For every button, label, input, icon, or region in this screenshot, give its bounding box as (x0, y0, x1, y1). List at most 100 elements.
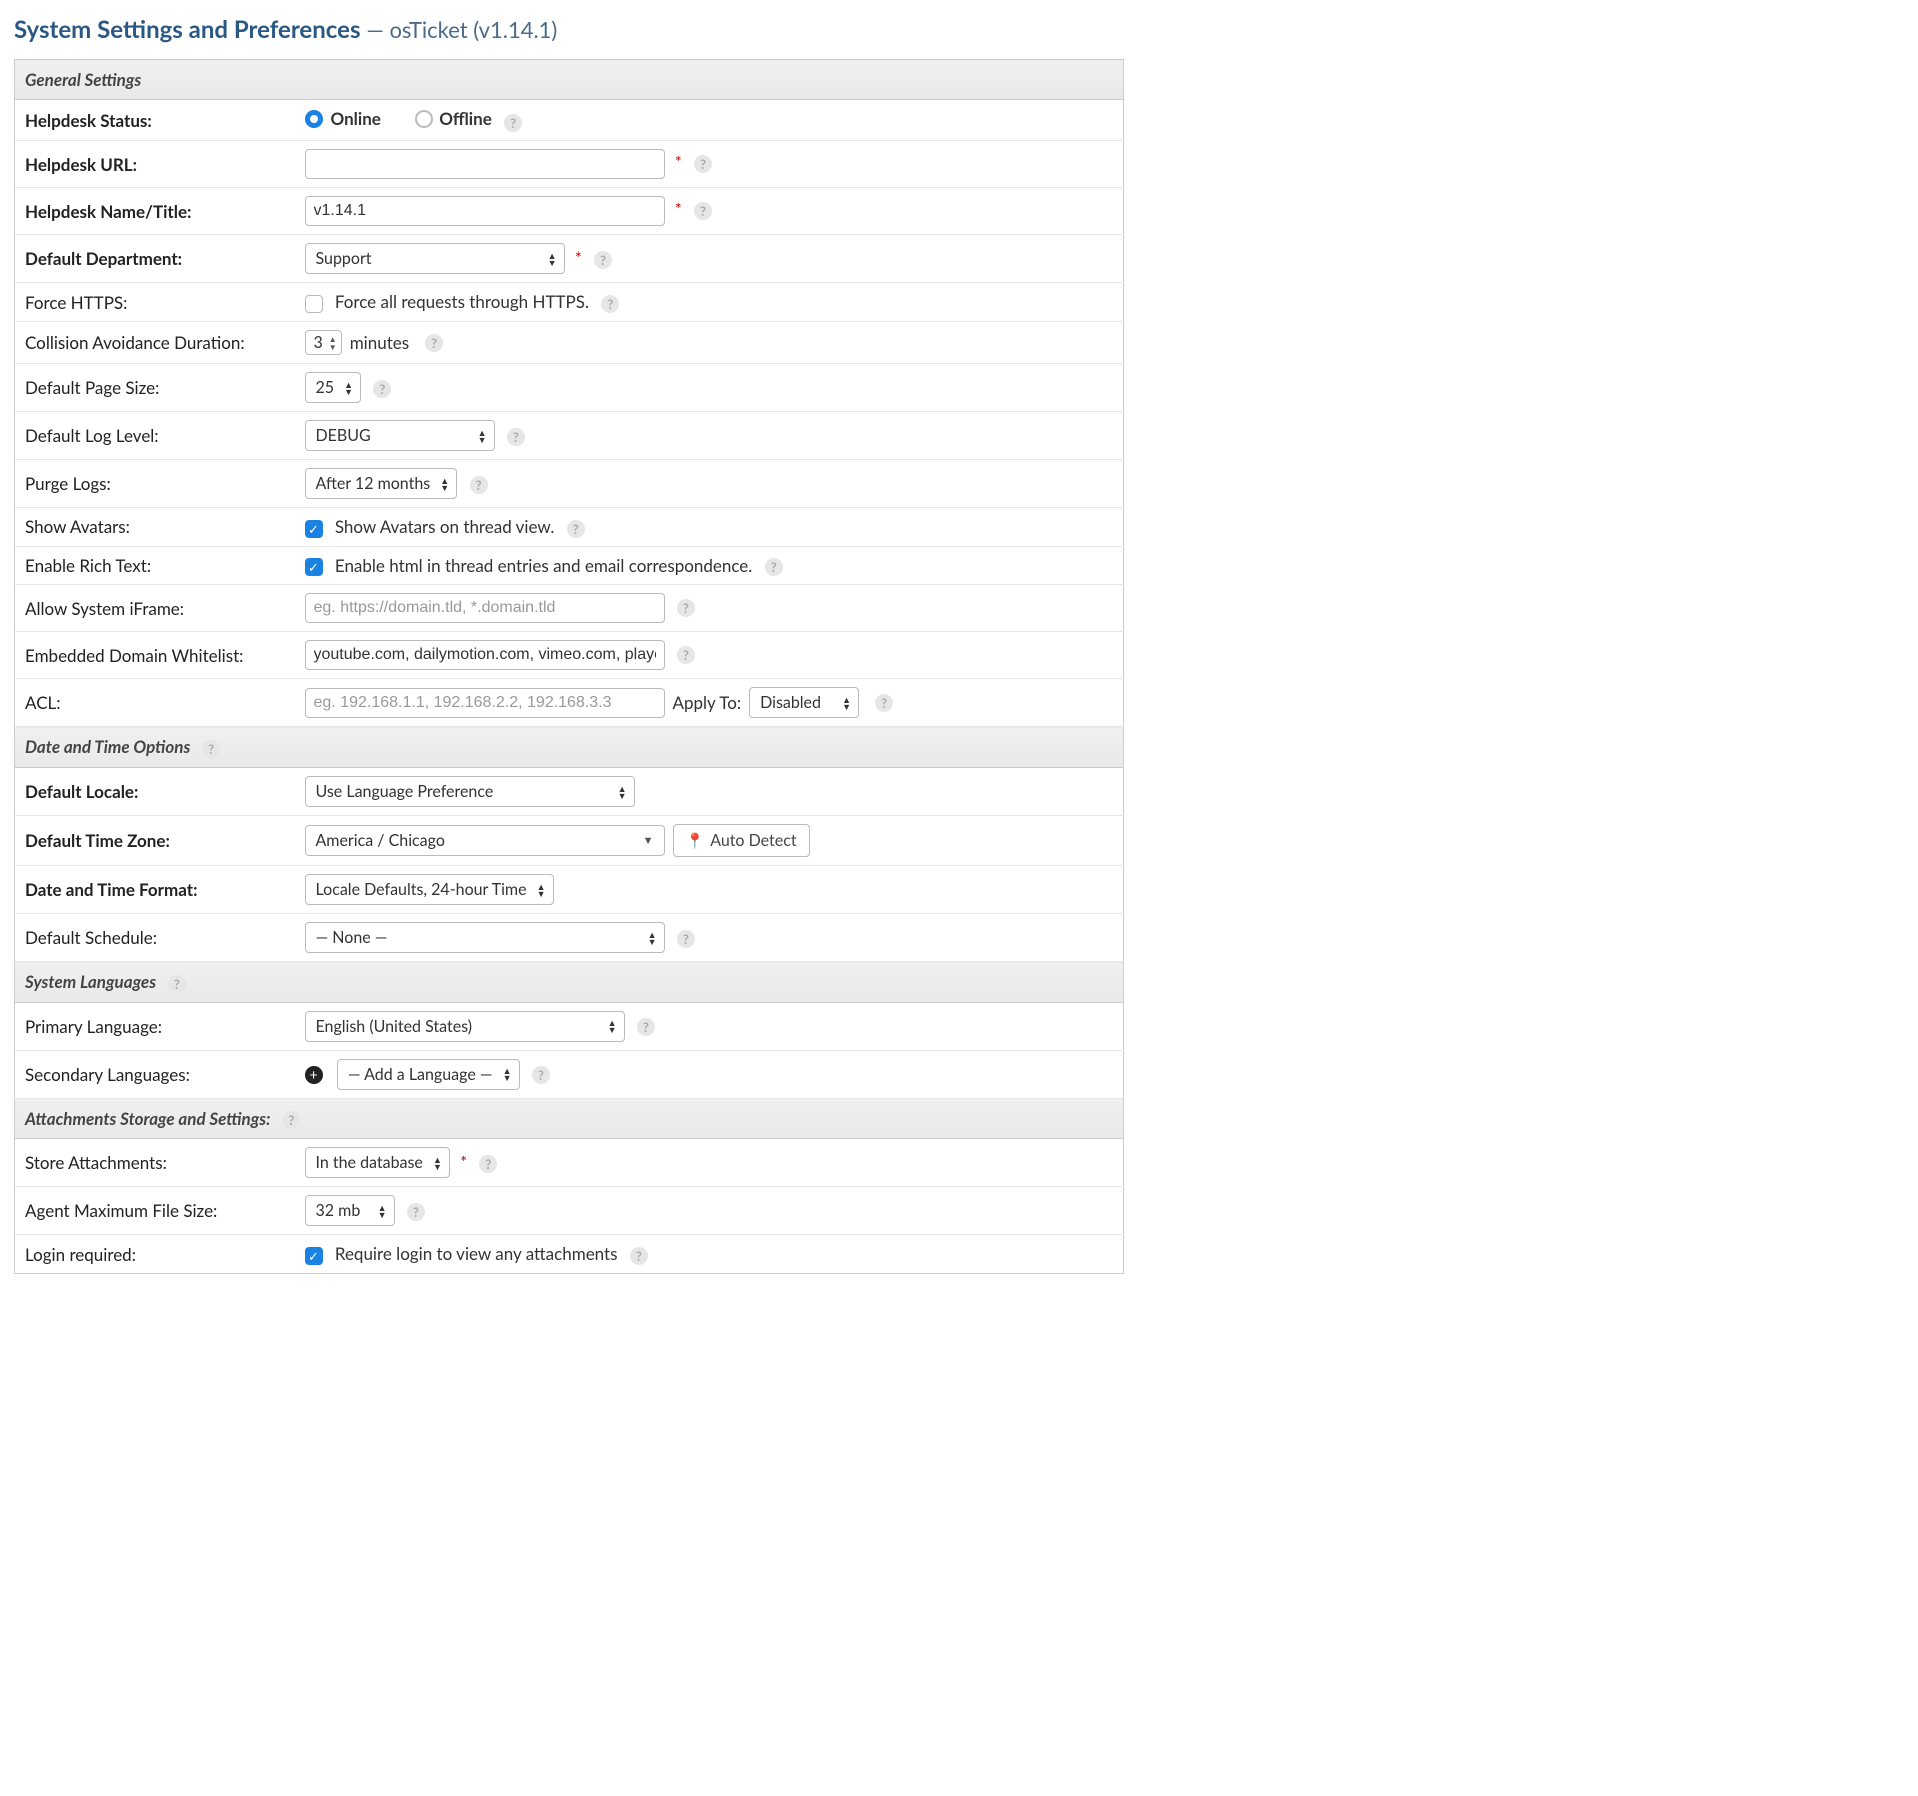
radio-online[interactable]: Online (305, 108, 381, 129)
location-icon: 📍 (686, 832, 705, 850)
avatars-text: Show Avatars on thread view. (335, 516, 555, 537)
label-url: Helpdesk URL: (15, 141, 295, 188)
help-icon[interactable]: ? (407, 1203, 425, 1221)
dtformat-select[interactable]: Locale Defaults, 24-hour Time (305, 874, 554, 905)
help-icon[interactable]: ? (202, 740, 220, 758)
loginreq-checkbox[interactable]: ✓ (305, 1247, 323, 1265)
plus-icon[interactable]: + (305, 1066, 323, 1084)
tz-select[interactable]: America / Chicago ▼ (305, 825, 665, 856)
help-icon[interactable]: ? (282, 1111, 300, 1129)
row-seclang: Secondary Languages: + — Add a Language … (15, 1050, 1124, 1098)
store-select[interactable]: In the database (305, 1147, 450, 1178)
embed-input[interactable] (305, 640, 665, 670)
title-subtitle: — osTicket (v1.14.1) (366, 16, 557, 43)
label-acl: ACL: (15, 679, 295, 727)
label-https: Force HTTPS: (15, 283, 295, 322)
label-richtext: Enable Rich Text: (15, 546, 295, 585)
auto-detect-button[interactable]: 📍 Auto Detect (673, 824, 810, 857)
help-icon[interactable]: ? (630, 1247, 648, 1265)
label-status: Helpdesk Status: (15, 100, 295, 141)
primlang-select[interactable]: English (United States) (305, 1011, 625, 1042)
loglevel-select[interactable]: DEBUG (305, 420, 495, 451)
row-collision: Collision Avoidance Duration: 3 ▲▼ minut… (15, 322, 1124, 364)
label-locale: Default Locale: (15, 768, 295, 816)
acl-applyto-label: Apply To: (673, 692, 742, 713)
row-embed: Embedded Domain Whitelist: ? (15, 632, 1124, 679)
label-pagesize: Default Page Size: (15, 364, 295, 412)
row-purge: Purge Logs: After 12 months ▲▼ ? (15, 460, 1124, 508)
row-helpdesk-status: Helpdesk Status: Online Offline ? (15, 100, 1124, 141)
radio-offline[interactable]: Offline (399, 108, 492, 129)
row-avatars: Show Avatars: ✓ Show Avatars on thread v… (15, 508, 1124, 547)
purge-select[interactable]: After 12 months (305, 468, 458, 499)
locale-select[interactable]: Use Language Preference (305, 776, 635, 807)
label-purge: Purge Logs: (15, 460, 295, 508)
help-icon[interactable]: ? (567, 520, 585, 538)
help-icon[interactable]: ? (677, 930, 695, 948)
label-seclang: Secondary Languages: (15, 1050, 295, 1098)
collision-unit: minutes (350, 332, 409, 353)
required-mark: * (460, 1153, 467, 1172)
help-icon[interactable]: ? (373, 380, 391, 398)
label-dept: Default Department: (15, 235, 295, 283)
help-icon[interactable]: ? (532, 1066, 550, 1084)
label-loglevel: Default Log Level: (15, 412, 295, 460)
help-icon[interactable]: ? (425, 334, 443, 352)
row-tz: Default Time Zone: America / Chicago ▼ 📍… (15, 816, 1124, 866)
label-iframe: Allow System iFrame: (15, 585, 295, 632)
row-helpdesk-name: Helpdesk Name/Title: * ? (15, 188, 1124, 235)
url-input[interactable] (305, 149, 665, 179)
help-icon[interactable]: ? (479, 1155, 497, 1173)
row-primlang: Primary Language: English (United States… (15, 1002, 1124, 1050)
acl-applyto-select[interactable]: Disabled (749, 687, 859, 718)
required-mark: * (575, 249, 582, 268)
label-filesize: Agent Maximum File Size: (15, 1187, 295, 1235)
dept-select[interactable]: Support (305, 243, 565, 274)
collision-input[interactable]: 3 ▲▼ (305, 330, 342, 355)
row-pagesize: Default Page Size: 25 ▲▼ ? (15, 364, 1124, 412)
help-icon[interactable]: ? (677, 599, 695, 617)
help-icon[interactable]: ? (637, 1018, 655, 1036)
row-locale: Default Locale: Use Language Preference … (15, 768, 1124, 816)
stepper-icon: ▲▼ (329, 335, 337, 351)
label-loginreq: Login required: (15, 1235, 295, 1274)
row-default-department: Default Department: Support ▲▼ * ? (15, 235, 1124, 283)
label-avatars: Show Avatars: (15, 508, 295, 547)
help-icon[interactable]: ? (507, 428, 525, 446)
help-icon[interactable]: ? (677, 646, 695, 664)
help-icon[interactable]: ? (765, 558, 783, 576)
avatars-checkbox[interactable]: ✓ (305, 520, 323, 538)
help-icon[interactable]: ? (875, 694, 893, 712)
section-languages: System Languages ? (15, 962, 1124, 1003)
schedule-select[interactable]: — None — (305, 922, 665, 953)
https-checkbox[interactable]: ✓ (305, 295, 323, 313)
label-tz: Default Time Zone: (15, 816, 295, 866)
row-richtext: Enable Rich Text: ✓ Enable html in threa… (15, 546, 1124, 585)
page-title: System Settings and Preferences — osTick… (14, 14, 1124, 45)
label-store: Store Attachments: (15, 1139, 295, 1187)
section-datetime: Date and Time Options ? (15, 727, 1124, 768)
help-icon[interactable]: ? (694, 202, 712, 220)
name-input[interactable] (305, 196, 665, 226)
radio-offline-label: Offline (439, 108, 492, 129)
required-mark: * (675, 153, 682, 172)
richtext-checkbox[interactable]: ✓ (305, 558, 323, 576)
help-icon[interactable]: ? (594, 251, 612, 269)
row-acl: ACL: Apply To: Disabled ▲▼ ? (15, 679, 1124, 727)
label-collision: Collision Avoidance Duration: (15, 322, 295, 364)
required-mark: * (675, 200, 682, 219)
row-dtformat: Date and Time Format: Locale Defaults, 2… (15, 866, 1124, 914)
help-icon[interactable]: ? (504, 114, 522, 132)
pagesize-select[interactable]: 25 (305, 372, 362, 403)
acl-input[interactable] (305, 688, 665, 718)
row-iframe: Allow System iFrame: ? (15, 585, 1124, 632)
seclang-select[interactable]: — Add a Language — (337, 1059, 520, 1090)
help-icon[interactable]: ? (470, 476, 488, 494)
row-store: Store Attachments: In the database ▲▼ * … (15, 1139, 1124, 1187)
help-icon[interactable]: ? (601, 295, 619, 313)
help-icon[interactable]: ? (168, 975, 186, 993)
richtext-text: Enable html in thread entries and email … (335, 555, 752, 576)
filesize-select[interactable]: 32 mb (305, 1195, 395, 1226)
iframe-input[interactable] (305, 593, 665, 623)
help-icon[interactable]: ? (694, 155, 712, 173)
